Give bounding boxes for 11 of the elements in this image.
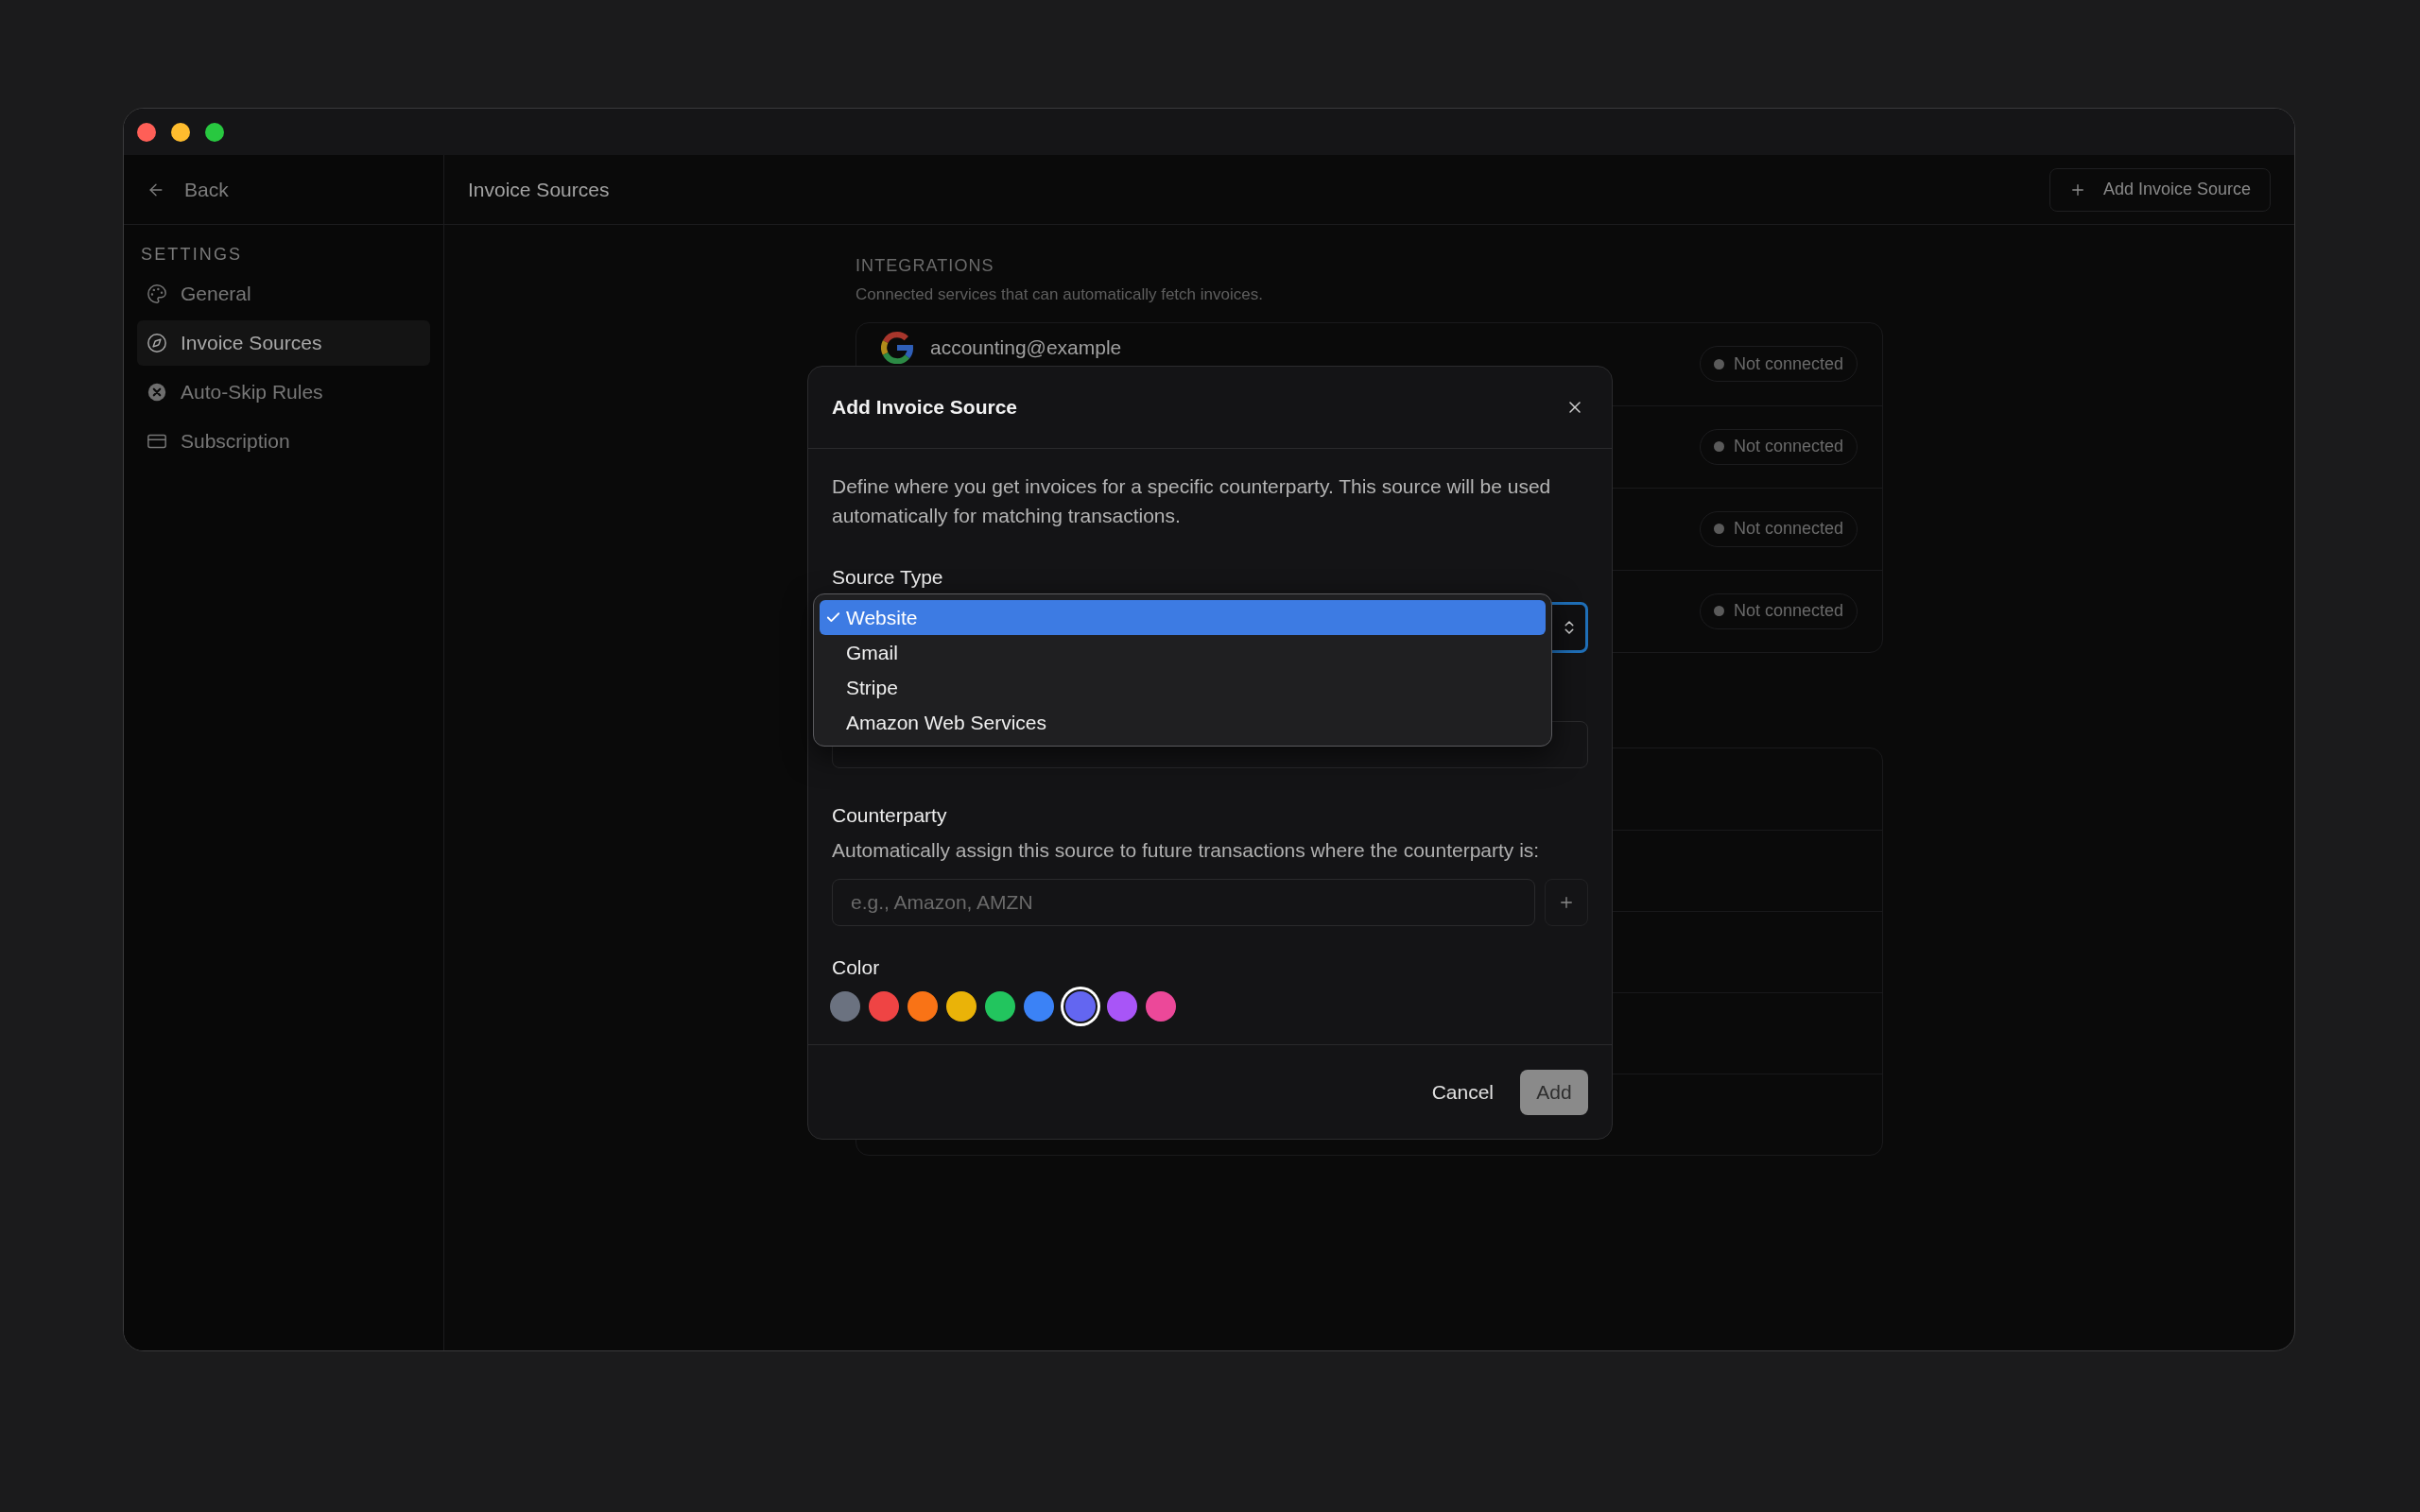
section-description: Connected services that can automatically fetch invoices. bbox=[856, 284, 1264, 305]
field-label: Counterparty bbox=[832, 802, 948, 828]
dialog-title: Add Invoice Source bbox=[832, 395, 1018, 421]
page-title: Invoice Sources bbox=[468, 177, 610, 202]
section-heading: INTEGRATIONS bbox=[856, 255, 995, 277]
account-name: accounting@example bbox=[930, 335, 1122, 361]
section-heading: SETTINGS bbox=[140, 244, 244, 266]
field-hint: Automatically assign this source to future transactions where the counterparty is: bbox=[832, 838, 1541, 863]
dialog-description: Define where you get invoices for a specific counterparty. This source will be used automatically for matching transactions. bbox=[832, 474, 1552, 528]
field-label: Source Type bbox=[832, 565, 944, 590]
field-label: Color bbox=[832, 954, 881, 980]
